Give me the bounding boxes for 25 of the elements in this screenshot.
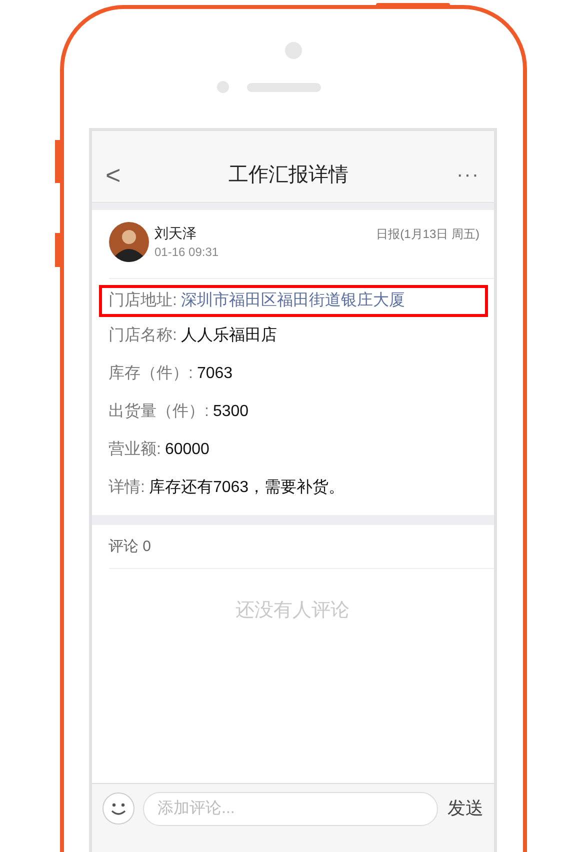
avatar <box>108 222 148 262</box>
report-type: 日报(1月13日 周五) <box>376 226 480 243</box>
comments-heading: 评论 0 <box>108 525 494 569</box>
field-value: 库存还有7063，需要补货。 <box>148 479 345 496</box>
page-title: 工作汇报详情 <box>228 163 349 188</box>
send-button[interactable]: 发送 <box>446 792 486 824</box>
field-value: 60000 <box>164 441 210 458</box>
more-button[interactable]: ··· <box>456 160 480 190</box>
author-name: 刘天泽 <box>154 225 198 243</box>
field-value: 7063 <box>196 365 233 382</box>
post-time: 01-16 09:31 <box>154 245 220 259</box>
camera-icon <box>285 42 302 59</box>
comment-input[interactable]: 添加评论... <box>142 792 438 826</box>
sensor-icon <box>216 81 228 93</box>
field-label: 库存（件）: <box>108 365 193 382</box>
field-label: 门店地址: <box>108 292 177 309</box>
address-link[interactable]: 深圳市福田区福田街道银庄大厦 <box>180 292 405 309</box>
field-value: 人人乐福田店 <box>180 327 277 344</box>
field-label: 详情: <box>108 479 145 496</box>
field-label: 营业额: <box>108 441 161 458</box>
field-label: 出货量（件）: <box>108 403 209 420</box>
field-label: 门店名称: <box>108 327 177 344</box>
field-value: 5300 <box>212 403 249 420</box>
emoji-icon[interactable] <box>102 792 134 825</box>
back-button[interactable]: < <box>106 160 121 190</box>
